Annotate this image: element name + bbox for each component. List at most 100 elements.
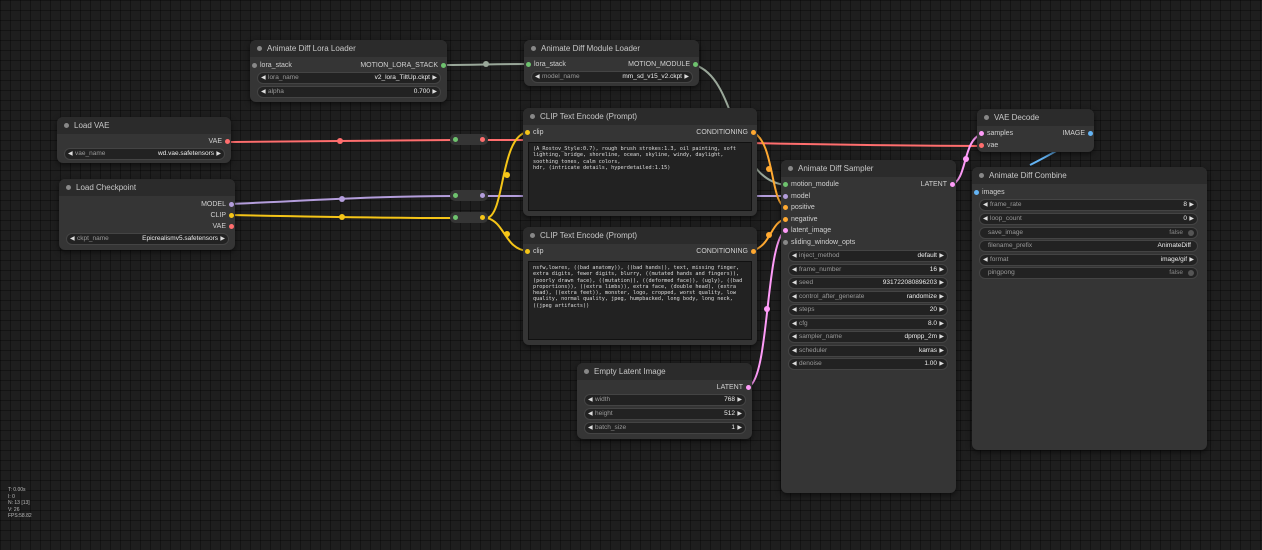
decrement-arrow-icon[interactable]: ◀: [792, 305, 797, 315]
node-title[interactable]: Animate Diff Module Loader: [524, 40, 699, 57]
widget-seed[interactable]: ◀ seed 931722080896203 ▶: [788, 277, 948, 289]
widget-steps[interactable]: ◀ steps 20 ▶: [788, 304, 948, 316]
node-title[interactable]: CLIP Text Encode (Prompt): [523, 108, 757, 125]
reroute-output-dot[interactable]: [480, 137, 485, 142]
node-title[interactable]: Animate Diff Sampler: [781, 160, 956, 177]
output-vae[interactable]: VAE: [213, 221, 236, 232]
increment-arrow-icon[interactable]: ▶: [432, 73, 437, 83]
widget-model-name[interactable]: ◀ model_name mm_sd_v15_v2.ckpt ▶: [531, 71, 693, 83]
node-load-vae[interactable]: Load VAE VAE ◀ vae_name wd.vae.safetenso…: [57, 117, 231, 163]
decrement-arrow-icon[interactable]: ◀: [261, 73, 266, 83]
increment-arrow-icon[interactable]: ▶: [939, 251, 944, 261]
widget-batch-size[interactable]: ◀ batch_size 1 ▶: [584, 422, 746, 434]
node-clip-text-encode-negative[interactable]: CLIP Text Encode (Prompt) clip CONDITION…: [523, 227, 757, 345]
widget-loop-count[interactable]: ◀ loop_count 0 ▶: [979, 213, 1198, 225]
output-dot[interactable]: [950, 182, 955, 187]
widget-vae-name[interactable]: ◀ vae_name wd.vae.safetensors ▶: [64, 148, 225, 160]
output-dot[interactable]: [229, 202, 234, 207]
input-dot[interactable]: [526, 62, 531, 67]
output-latent[interactable]: LATENT: [921, 179, 956, 190]
increment-arrow-icon[interactable]: ▶: [939, 319, 944, 329]
decrement-arrow-icon[interactable]: ◀: [792, 359, 797, 369]
increment-arrow-icon[interactable]: ▶: [216, 149, 221, 159]
prompt-textarea[interactable]: nsfw,lowres, ((bad anatomy)), ((bad hand…: [528, 261, 752, 340]
output-dot[interactable]: [1088, 131, 1093, 136]
output-conditioning[interactable]: CONDITIONING: [696, 127, 757, 138]
decrement-arrow-icon[interactable]: ◀: [792, 265, 797, 275]
input-dot[interactable]: [525, 249, 530, 254]
output-conditioning[interactable]: CONDITIONING: [696, 246, 757, 257]
widget-cfg[interactable]: ◀ cfg 8.0 ▶: [788, 317, 948, 330]
increment-arrow-icon[interactable]: ▶: [1189, 255, 1194, 265]
input-dot[interactable]: [783, 217, 788, 222]
widget-filename-prefix[interactable]: filename_prefix AnimateDiff: [979, 240, 1198, 252]
decrement-arrow-icon[interactable]: ◀: [792, 278, 797, 288]
widget-denoise[interactable]: ◀ denoise 1.00 ▶: [788, 358, 948, 370]
input-lora-stack[interactable]: lora_stack: [250, 60, 292, 71]
decrement-arrow-icon[interactable]: ◀: [792, 251, 797, 261]
input-model[interactable]: model: [781, 191, 810, 202]
decrement-arrow-icon[interactable]: ◀: [588, 423, 593, 433]
decrement-arrow-icon[interactable]: ◀: [983, 200, 988, 210]
decrement-arrow-icon[interactable]: ◀: [983, 214, 988, 224]
decrement-arrow-icon[interactable]: ◀: [70, 234, 75, 244]
output-motion-lora-stack[interactable]: MOTION_LORA_STACK: [360, 60, 447, 71]
reroute-input-dot[interactable]: [453, 193, 458, 198]
output-dot[interactable]: [225, 139, 230, 144]
output-dot[interactable]: [229, 224, 234, 229]
toggle-icon[interactable]: [1188, 270, 1194, 276]
node-title[interactable]: CLIP Text Encode (Prompt): [523, 227, 757, 244]
decrement-arrow-icon[interactable]: ◀: [792, 332, 797, 342]
reroute-input-dot[interactable]: [453, 137, 458, 142]
decrement-arrow-icon[interactable]: ◀: [792, 319, 797, 329]
node-title[interactable]: Animate Diff Lora Loader: [250, 40, 447, 57]
output-dot[interactable]: [441, 63, 446, 68]
widget-width[interactable]: ◀ width 768 ▶: [584, 394, 746, 406]
widget-sampler-name[interactable]: ◀ sampler_name dpmpp_2m ▶: [788, 331, 948, 343]
input-sliding-window-opts[interactable]: sliding_window_opts: [781, 237, 855, 248]
increment-arrow-icon[interactable]: ▶: [939, 346, 944, 356]
increment-arrow-icon[interactable]: ▶: [737, 423, 742, 433]
output-dot[interactable]: [751, 130, 756, 135]
input-dot[interactable]: [783, 228, 788, 233]
widget-height[interactable]: ◀ height 512 ▶: [584, 408, 746, 420]
widget-save-image[interactable]: save_image false: [979, 227, 1198, 239]
node-animate-diff-combine[interactable]: Animate Diff Combine images ◀ frame_rate…: [972, 167, 1207, 450]
reroute-vae[interactable]: [450, 134, 488, 145]
reroute-output-dot[interactable]: [480, 193, 485, 198]
input-negative[interactable]: negative: [781, 214, 817, 225]
node-animate-diff-module-loader[interactable]: Animate Diff Module Loader lora_stack MO…: [524, 40, 699, 86]
decrement-arrow-icon[interactable]: ◀: [68, 149, 73, 159]
toggle-icon[interactable]: [1188, 230, 1194, 236]
input-latent-image[interactable]: latent_image: [781, 225, 831, 236]
reroute-model[interactable]: [450, 190, 488, 201]
reroute-clip[interactable]: [450, 212, 488, 223]
input-samples[interactable]: samples: [977, 128, 1013, 139]
output-vae[interactable]: VAE: [209, 136, 232, 147]
widget-frame-number[interactable]: ◀ frame_number 16 ▶: [788, 263, 948, 276]
widget-lora-name[interactable]: ◀ lora_name v2_lora_TiltUp.ckpt ▶: [257, 72, 441, 84]
decrement-arrow-icon[interactable]: ◀: [535, 72, 540, 82]
widget-frame-rate[interactable]: ◀ frame_rate 8 ▶: [979, 199, 1198, 211]
output-clip[interactable]: CLIP: [210, 210, 235, 221]
input-motion-module[interactable]: motion_module: [781, 179, 839, 190]
decrement-arrow-icon[interactable]: ◀: [261, 87, 266, 97]
decrement-arrow-icon[interactable]: ◀: [588, 395, 593, 405]
increment-arrow-icon[interactable]: ▶: [737, 409, 742, 419]
input-dot[interactable]: [783, 240, 788, 245]
prompt-textarea[interactable]: (A_Rostov_Style:0.7), rough brush stroke…: [528, 142, 752, 211]
increment-arrow-icon[interactable]: ▶: [432, 87, 437, 97]
input-dot[interactable]: [525, 130, 530, 135]
increment-arrow-icon[interactable]: ▶: [684, 72, 689, 82]
widget-format[interactable]: ◀ format image/gif ▶: [979, 254, 1198, 266]
node-title[interactable]: Load Checkpoint: [59, 179, 235, 196]
output-model[interactable]: MODEL: [201, 199, 235, 210]
node-load-checkpoint[interactable]: Load Checkpoint MODEL CLIP VAE ◀ ckpt_na…: [59, 179, 235, 250]
widget-pingpong[interactable]: pingpong false: [979, 267, 1198, 279]
increment-arrow-icon[interactable]: ▶: [939, 359, 944, 369]
output-motion-module[interactable]: MOTION_MODULE: [628, 59, 699, 70]
node-title[interactable]: VAE Decode: [977, 109, 1094, 126]
increment-arrow-icon[interactable]: ▶: [939, 265, 944, 275]
increment-arrow-icon[interactable]: ▶: [737, 395, 742, 405]
decrement-arrow-icon[interactable]: ◀: [792, 292, 797, 302]
